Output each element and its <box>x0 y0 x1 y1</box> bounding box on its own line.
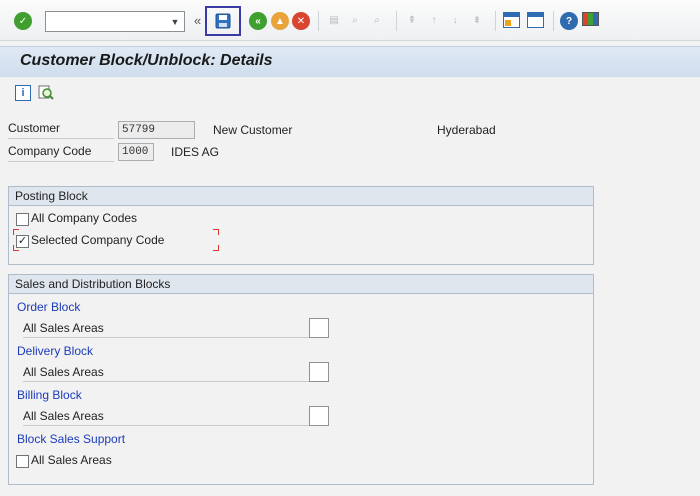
toolbar-separator <box>318 11 319 31</box>
back-icon[interactable]: « <box>249 12 267 30</box>
next-page-icon[interactable]: ↓ <box>447 12 463 29</box>
block-sales-support-checkbox[interactable] <box>16 455 29 468</box>
find-icon[interactable]: ⌕ <box>347 12 363 29</box>
delivery-block-title: Delivery Block <box>17 344 94 358</box>
customer-field[interactable]: 57799 <box>118 121 195 139</box>
billing-block-row: All Sales Areas <box>23 409 309 426</box>
find-next-icon[interactable]: ⌕ <box>369 12 385 29</box>
delivery-block-row: All Sales Areas <box>23 365 309 382</box>
billing-block-title: Billing Block <box>17 388 82 402</box>
customer-label: Customer <box>8 121 114 139</box>
toolbar-separator <box>553 11 554 31</box>
order-block-row-label: All Sales Areas <box>23 321 104 335</box>
block-sales-support-title: Block Sales Support <box>17 432 126 446</box>
company-code-field[interactable]: 1000 <box>118 143 154 161</box>
company-code-label: Company Code <box>8 144 114 162</box>
system-toolbar: ✓ ▼ « « ▲ ✕ ▤ ⌕ ⌕ ⇞ ↑ ↓ ⇟ ? <box>0 0 700 41</box>
save-button[interactable] <box>205 6 241 36</box>
application-toolbar: i <box>0 77 700 109</box>
order-block-row: All Sales Areas <box>23 321 309 338</box>
delivery-block-field[interactable] <box>309 362 329 382</box>
toolbar-separator <box>396 11 397 31</box>
previous-page-icon[interactable]: ↑ <box>426 12 442 29</box>
help-icon[interactable]: ? <box>560 12 578 30</box>
order-block-field[interactable] <box>309 318 329 338</box>
title-bar: Customer Block/Unblock: Details <box>0 46 700 78</box>
display-details-icon[interactable] <box>38 85 54 101</box>
create-shortcut-icon[interactable] <box>527 12 544 28</box>
overflow-chevron-icon[interactable]: « <box>194 13 201 28</box>
block-sales-support-label: All Sales Areas <box>31 453 112 467</box>
command-input[interactable] <box>46 12 170 31</box>
billing-block-field[interactable] <box>309 406 329 426</box>
customize-layout-icon[interactable] <box>582 12 599 26</box>
page-title: Customer Block/Unblock: Details <box>20 52 273 69</box>
command-field[interactable]: ▼ <box>45 11 185 32</box>
billing-block-row-label: All Sales Areas <box>23 409 104 423</box>
customer-name: New Customer <box>213 123 293 137</box>
focus-corner <box>213 229 219 235</box>
cancel-icon[interactable]: ✕ <box>292 12 310 30</box>
toolbar-separator <box>495 11 496 31</box>
sd-blocks-group: Sales and Distribution Blocks Order Bloc… <box>8 274 594 485</box>
first-page-icon[interactable]: ⇞ <box>404 12 420 29</box>
chevron-down-icon[interactable]: ▼ <box>166 12 184 31</box>
customer-city: Hyderabad <box>437 123 496 137</box>
info-icon[interactable]: i <box>15 85 31 101</box>
last-page-icon[interactable]: ⇟ <box>469 12 485 29</box>
print-icon[interactable]: ▤ <box>326 12 342 29</box>
company-name: IDES AG <box>171 145 220 159</box>
save-disk-icon <box>215 13 231 29</box>
posting-block-title: Posting Block <box>9 187 593 206</box>
delivery-block-row-label: All Sales Areas <box>23 365 104 379</box>
new-session-icon[interactable] <box>503 12 520 28</box>
selected-company-code-checkbox[interactable]: ✓ <box>16 235 29 248</box>
focus-corner <box>213 245 219 251</box>
exit-icon[interactable]: ▲ <box>271 12 289 30</box>
selected-company-code-label: Selected Company Code <box>31 233 165 247</box>
posting-block-group: Posting Block All Company Codes ✓ Select… <box>8 186 594 265</box>
sd-blocks-title: Sales and Distribution Blocks <box>9 275 593 294</box>
all-company-codes-checkbox[interactable] <box>16 213 29 226</box>
enter-check-icon[interactable]: ✓ <box>14 12 32 30</box>
order-block-title: Order Block <box>17 300 81 314</box>
all-company-codes-label: All Company Codes <box>31 211 138 225</box>
